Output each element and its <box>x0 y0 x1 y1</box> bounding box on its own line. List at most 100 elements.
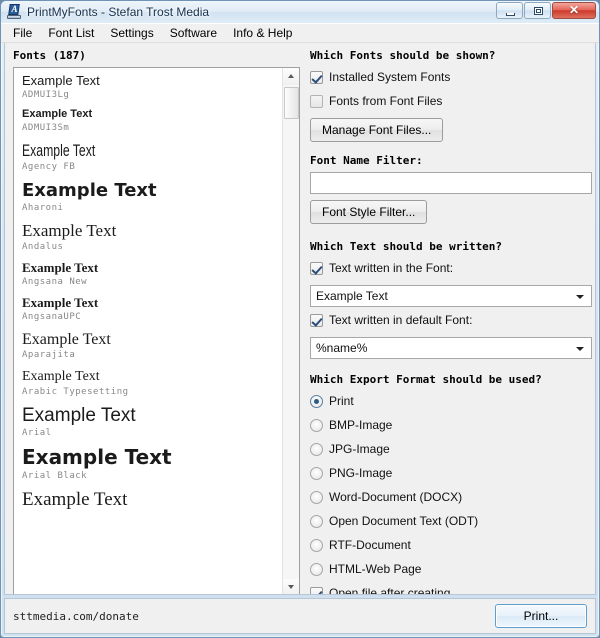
status-bar: sttmedia.com/donate Print... <box>4 598 596 634</box>
font-list[interactable]: Example Text ADMUI3Lg Example TextADMUI3Sm… <box>13 67 300 595</box>
radio-icon <box>310 395 323 408</box>
checkbox-label: Text written in the Font: <box>329 261 453 275</box>
font-list-item[interactable]: Example TextArial <box>22 406 282 439</box>
chevron-down-icon <box>288 585 294 589</box>
font-name-label: Aharoni <box>22 203 282 213</box>
radio-label: Print <box>329 394 354 408</box>
radio-word-document-docx[interactable]: Word-Document (DOCX) <box>310 490 592 504</box>
font-name-label: Arial <box>22 428 282 438</box>
chevron-down-icon <box>576 295 584 299</box>
close-button[interactable]: ✕ <box>552 2 596 19</box>
font-name-label: AngsanaUPC <box>22 312 282 322</box>
radio-icon <box>310 491 323 504</box>
font-list-item[interactable]: Example TextAparajita <box>22 331 282 360</box>
scrollbar-thumb[interactable] <box>284 87 299 119</box>
radio-rtf-document[interactable]: RTF-Document <box>310 538 592 552</box>
section-heading-export: Which Export Format should be used? <box>310 373 592 386</box>
font-list-item[interactable]: Example TextAharoni <box>22 181 282 212</box>
checkbox-label: Fonts from Font Files <box>329 94 442 108</box>
font-list-item[interactable]: Example Text ADMUI3Lg <box>22 74 282 100</box>
checkbox-icon <box>310 95 323 108</box>
font-name-label: Arial Black <box>22 471 282 481</box>
font-sample-text: Example Text <box>22 222 282 240</box>
radio-print[interactable]: Print <box>310 394 592 408</box>
font-name-label: Agency FB <box>22 162 282 172</box>
combo-text-in-default-font[interactable]: %name% <box>310 337 592 359</box>
checkbox-label: Open file after creating <box>329 586 450 595</box>
font-name-label: ADMUI3Lg <box>22 90 282 100</box>
radio-html-web-page[interactable]: HTML-Web Page <box>310 562 592 576</box>
checkbox-label: Text written in default Font: <box>329 313 472 327</box>
font-list-item[interactable]: Example TextAndalus <box>22 222 282 252</box>
font-sample-text: Example Text <box>22 296 282 310</box>
font-list-item[interactable]: Example Text AngsanaUPC <box>22 296 282 322</box>
font-list-items: Example Text ADMUI3Lg Example TextADMUI3Sm… <box>14 68 282 595</box>
maximize-button[interactable] <box>524 2 551 19</box>
font-list-item[interactable]: Example TextArabic Typesetting <box>22 369 282 396</box>
font-list-item[interactable]: Example Text <box>22 490 282 511</box>
font-name-filter-label: Font Name Filter: <box>310 154 592 167</box>
font-sample-text: Example Text <box>22 406 282 427</box>
radio-open-document-text-odt[interactable]: Open Document Text (ODT) <box>310 514 592 528</box>
checkbox-text-written-in-the-font[interactable]: Text written in the Font: <box>310 261 592 275</box>
font-name-filter-input[interactable] <box>310 172 592 194</box>
checkbox-open-file-after-creating[interactable]: Open file after creating <box>310 586 592 595</box>
scroll-down-button[interactable] <box>283 579 300 595</box>
menu-bar: File Font List Settings Software Info & … <box>1 23 599 43</box>
section-heading-text: Which Text should be written? <box>310 240 592 253</box>
fonts-panel-header: Fonts (187) <box>13 49 300 62</box>
minimize-button[interactable] <box>496 2 523 19</box>
scroll-up-button[interactable] <box>283 68 300 85</box>
manage-font-files-button[interactable]: Manage Font Files... <box>310 118 443 142</box>
font-sample-text: Example Text <box>22 142 209 160</box>
close-icon: ✕ <box>553 3 595 18</box>
checkbox-icon <box>310 587 323 596</box>
checkbox-text-written-in-default-font[interactable]: Text written in default Font: <box>310 313 592 327</box>
radio-icon <box>310 539 323 552</box>
menu-item-file[interactable]: File <box>5 24 40 42</box>
font-sample-text: Example Text <box>22 369 282 384</box>
font-list-item[interactable]: Example TextArial Black <box>22 447 282 481</box>
print-button[interactable]: Print... <box>495 604 587 628</box>
radio-bmp-image[interactable]: BMP-Image <box>310 418 592 432</box>
radio-label: BMP-Image <box>329 418 392 432</box>
font-style-filter-button[interactable]: Font Style Filter... <box>310 200 427 224</box>
title-bar: A PrintMyFonts - Stefan Trost Media ✕ <box>1 1 599 23</box>
combo-value: %name% <box>311 341 367 355</box>
font-sample-text: Example Text <box>22 261 282 275</box>
window-title: PrintMyFonts - Stefan Trost Media <box>27 5 209 19</box>
font-list-item[interactable]: Example TextADMUI3Sm <box>22 109 282 133</box>
radio-label: RTF-Document <box>329 538 411 552</box>
font-list-item[interactable]: Example TextAngsana New <box>22 261 282 287</box>
font-list-scrollbar[interactable] <box>282 68 299 595</box>
radio-label: Word-Document (DOCX) <box>329 490 462 504</box>
checkbox-fonts-from-font-files[interactable]: Fonts from Font Files <box>310 94 592 108</box>
font-sample-text: Example Text <box>22 74 282 88</box>
minimize-icon <box>506 13 515 16</box>
checkbox-label: Installed System Fonts <box>329 70 450 84</box>
radio-icon <box>310 563 323 576</box>
donate-link[interactable]: sttmedia.com/donate <box>13 610 139 623</box>
combo-text-in-font[interactable]: Example Text <box>310 285 592 307</box>
font-sample-text: Example Text <box>22 490 282 511</box>
menu-item-info-help[interactable]: Info & Help <box>225 24 300 42</box>
menu-item-font-list[interactable]: Font List <box>40 24 102 42</box>
menu-item-software[interactable]: Software <box>162 24 225 42</box>
radio-png-image[interactable]: PNG-Image <box>310 466 592 480</box>
caption-buttons: ✕ <box>496 2 596 19</box>
combo-value: Example Text <box>311 289 388 303</box>
radio-icon <box>310 467 323 480</box>
export-format-radio-group: Print BMP-Image JPG-Image PNG-Image Word-Doc… <box>310 394 592 576</box>
chevron-down-icon <box>576 347 584 351</box>
menu-item-settings[interactable]: Settings <box>102 24 161 42</box>
radio-jpg-image[interactable]: JPG-Image <box>310 442 592 456</box>
checkbox-installed-system-fonts[interactable]: Installed System Fonts <box>310 70 592 84</box>
radio-icon <box>310 419 323 432</box>
radio-icon <box>310 515 323 528</box>
font-list-item[interactable]: Example Text Agency FB <box>22 142 282 172</box>
radio-label: JPG-Image <box>329 442 390 456</box>
radio-label: HTML-Web Page <box>329 562 421 576</box>
radio-icon <box>310 443 323 456</box>
application-window: A PrintMyFonts - Stefan Trost Media ✕ Fi… <box>0 0 600 638</box>
font-sample-text: Example Text <box>22 331 282 348</box>
